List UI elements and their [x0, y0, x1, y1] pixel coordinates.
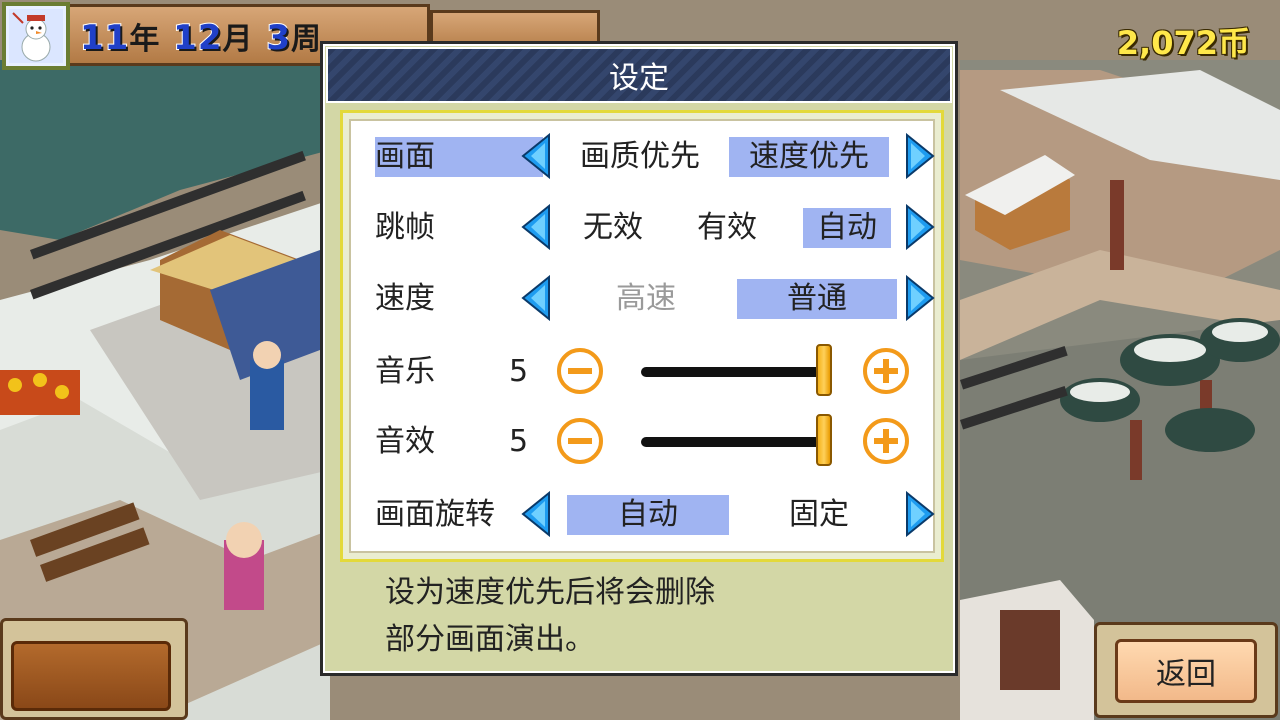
- music-volume-value: 5: [509, 354, 529, 389]
- music-slider-handle[interactable]: [816, 344, 832, 396]
- snowman-avatar-icon: [9, 9, 63, 63]
- settings-list: 画面 画质优先 速度优先 跳帧 无效 有效 自动 速度 高速 普通 音乐 5 音…: [349, 119, 935, 553]
- option-frameskip-auto[interactable]: 自动: [803, 208, 891, 248]
- setting-description: 设为速度优先后将会删除 部分画面演出。: [385, 569, 905, 663]
- option-speed-priority[interactable]: 速度优先: [729, 137, 889, 177]
- coin-counter: 2,072币: [1116, 24, 1250, 62]
- arrow-right-icon[interactable]: [905, 491, 935, 537]
- option-speed-normal[interactable]: 普通: [737, 279, 897, 319]
- dialog-title: 设定: [609, 61, 669, 96]
- arrow-right-icon[interactable]: [905, 275, 935, 321]
- plus-circle-icon[interactable]: [861, 346, 911, 396]
- option-rotation-auto[interactable]: 自动: [567, 495, 729, 535]
- option-speed-fast: 高速: [616, 281, 676, 316]
- option-frameskip-on[interactable]: 有效: [687, 208, 767, 248]
- arrow-left-icon[interactable]: [521, 204, 551, 250]
- setting-row-rotation[interactable]: 画面旋转 自动 固定: [351, 483, 941, 543]
- setting-row-speed[interactable]: 速度 高速 普通: [351, 267, 941, 327]
- settings-panel: 画面 画质优先 速度优先 跳帧 无效 有效 自动 速度 高速 普通 音乐 5 音…: [340, 110, 944, 562]
- week-unit: 周: [291, 22, 323, 57]
- setting-row-graphics[interactable]: 画面 画质优先 速度优先: [351, 125, 941, 185]
- option-rotation-fixed[interactable]: 固定: [771, 495, 867, 535]
- setting-label-frameskip: 跳帧: [375, 210, 435, 245]
- settings-dialog: 设定 画面 画质优先 速度优先 跳帧 无效 有效 自动 速度 高速 普通 音乐 …: [320, 41, 958, 676]
- month-unit: 月: [222, 22, 254, 57]
- setting-label-rotation: 画面旋转: [375, 497, 495, 532]
- setting-label-speed: 速度: [375, 281, 435, 316]
- minus-circle-icon[interactable]: [555, 346, 605, 396]
- setting-label-music: 音乐: [375, 354, 435, 389]
- minus-circle-icon[interactable]: [555, 416, 605, 466]
- arrow-left-icon[interactable]: [521, 133, 551, 179]
- player-avatar[interactable]: [2, 2, 70, 70]
- option-quality-priority[interactable]: 画质优先: [565, 137, 715, 177]
- left-menu-button[interactable]: [11, 641, 171, 711]
- setting-row-sfx[interactable]: 音效 5: [351, 410, 941, 470]
- arrow-left-icon[interactable]: [521, 491, 551, 537]
- arrow-left-icon[interactable]: [521, 275, 551, 321]
- year-value: 11: [79, 17, 130, 59]
- setting-label-sfx: 音效: [375, 424, 435, 459]
- arrow-right-icon[interactable]: [905, 204, 935, 250]
- dialog-title-bar: 设定: [326, 47, 952, 103]
- sfx-volume-value: 5: [509, 424, 529, 459]
- option-frameskip-off[interactable]: 无效: [573, 208, 653, 248]
- music-volume-slider[interactable]: [641, 367, 826, 377]
- week-value: 3: [265, 17, 292, 59]
- plus-circle-icon[interactable]: [861, 416, 911, 466]
- description-line-2: 部分画面演出。: [385, 622, 595, 657]
- setting-label-graphics: 画面: [375, 137, 543, 177]
- setting-row-frameskip[interactable]: 跳帧 无效 有效 自动: [351, 196, 941, 256]
- back-button-frame: 返回: [1094, 622, 1278, 718]
- sfx-volume-slider[interactable]: [641, 437, 826, 447]
- month-value: 12: [172, 17, 223, 59]
- description-line-1: 设为速度优先后将会删除: [385, 575, 715, 610]
- setting-row-music[interactable]: 音乐 5: [351, 340, 941, 400]
- sfx-slider-handle[interactable]: [816, 414, 832, 466]
- arrow-right-icon[interactable]: [905, 133, 935, 179]
- year-unit: 年: [129, 22, 161, 57]
- left-menu-frame: [0, 618, 188, 720]
- game-date: 11年 12月 3周: [79, 14, 323, 59]
- back-button[interactable]: 返回: [1115, 639, 1257, 703]
